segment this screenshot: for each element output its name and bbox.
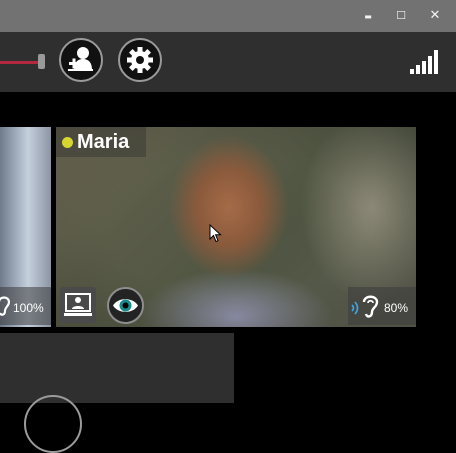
ear-icon [362, 295, 379, 318]
settings-button[interactable] [118, 38, 162, 82]
speaker-waves-icon [351, 301, 359, 315]
participant-tile-left[interactable]: 100% [0, 127, 51, 327]
minimize-icon: ▬ [364, 12, 372, 21]
close-icon: ✕ [429, 8, 441, 23]
minimize-button[interactable]: ▬ [357, 6, 379, 26]
add-contact-button[interactable] [59, 38, 103, 82]
gear-icon [127, 47, 153, 73]
avatar-ring [24, 395, 82, 453]
view-button[interactable] [107, 287, 144, 324]
mouse-cursor-icon [209, 224, 222, 243]
participant-tile-maria[interactable]: Maria 80% [56, 127, 416, 327]
maximize-button[interactable]: ☐ [390, 6, 412, 26]
participant-name-tag: Maria [56, 127, 146, 157]
eye-icon [113, 299, 138, 312]
screen-share-button[interactable] [60, 287, 96, 323]
participant-tile-bottom[interactable] [0, 333, 234, 453]
signal-strength-icon [410, 50, 438, 74]
volume-slider-track[interactable] [0, 61, 40, 64]
volume-badge: 80% [348, 287, 416, 325]
volume-label: 80% [384, 301, 409, 315]
add-contact-icon [68, 47, 93, 71]
participant-name: Maria [77, 131, 130, 153]
close-button[interactable]: ✕ [424, 6, 446, 26]
toolbar [0, 32, 456, 92]
ear-icon [0, 296, 11, 316]
title-bar: ▬ ☐ ✕ [0, 0, 456, 32]
volume-label: 100% [13, 301, 44, 315]
screen-share-icon [64, 293, 92, 316]
status-indicator [62, 137, 73, 148]
volume-badge: 100% [0, 287, 51, 325]
maximize-icon: ☐ [396, 9, 406, 22]
volume-slider-thumb[interactable] [38, 54, 45, 69]
